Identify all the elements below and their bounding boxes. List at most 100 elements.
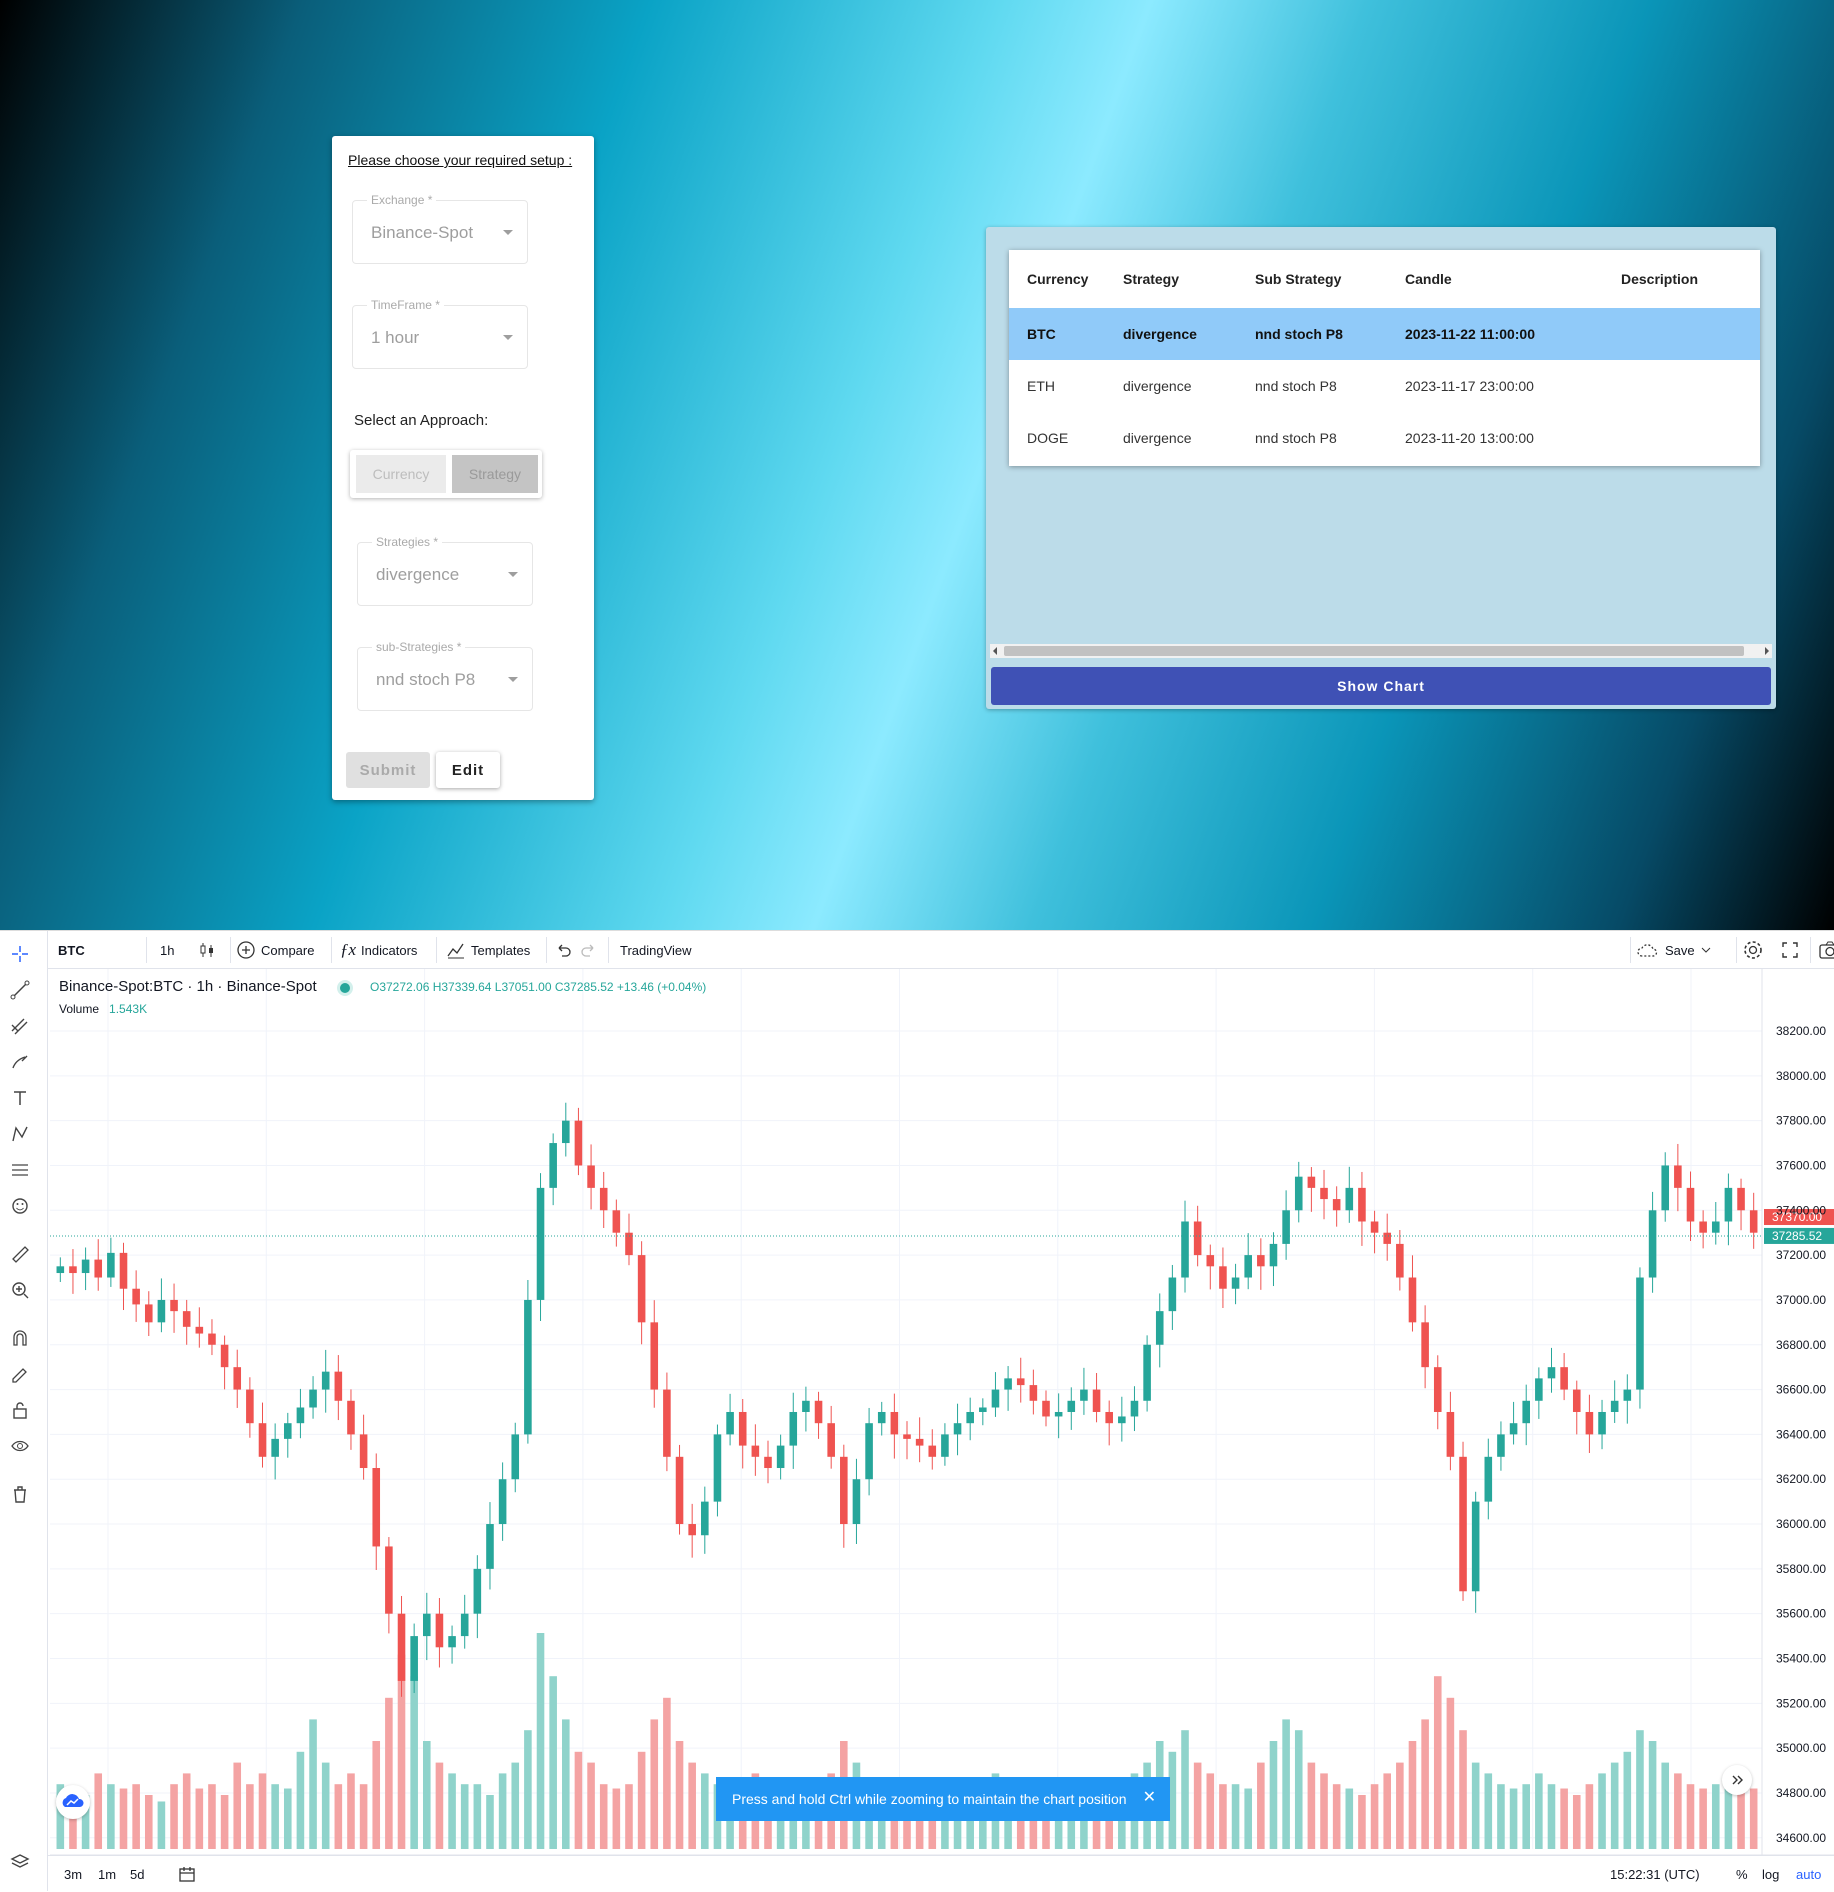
price-tick-label: 38200.00	[1776, 1024, 1826, 1038]
chart-canvas[interactable]: 37370.0037285.52 38200.00 38000.00 37800.0…	[0, 969, 1834, 1855]
volume-bar	[334, 1784, 343, 1849]
interval-button[interactable]: 1h	[160, 931, 174, 969]
fullscreen-icon[interactable]	[1780, 931, 1800, 969]
candle-body	[1269, 1243, 1278, 1267]
templates-button[interactable]: Templates	[446, 931, 530, 969]
go-to-date-icon[interactable]	[178, 1856, 196, 1892]
volume-bar	[1433, 1676, 1442, 1849]
range-5d-button[interactable]: 5d	[130, 1856, 144, 1892]
candle-body	[321, 1371, 330, 1390]
edit-button[interactable]: Edit	[436, 752, 500, 788]
approach-strategy-button[interactable]: Strategy	[452, 455, 538, 493]
scroll-to-realtime-icon[interactable]	[1722, 1765, 1752, 1795]
candle-body	[688, 1524, 696, 1536]
column-header[interactable]: Currency	[1009, 250, 1123, 308]
candle-body	[233, 1367, 242, 1390]
timeframe-select[interactable]: TimeFrame * 1 hour	[352, 298, 528, 369]
horizontal-scrollbar[interactable]	[990, 644, 1772, 658]
column-header[interactable]: Description	[1621, 250, 1760, 308]
candle-body	[1383, 1232, 1391, 1244]
candle-body	[663, 1389, 671, 1457]
volume-bar	[1383, 1773, 1391, 1849]
separator	[230, 937, 231, 963]
undo-icon[interactable]	[554, 931, 572, 969]
toast-message: Press and hold Ctrl while zooming to mai…	[732, 1791, 1127, 1807]
volume-legend: Volume 1.543K	[59, 1002, 147, 1016]
exchange-select[interactable]: Exchange * Binance-Spot	[352, 193, 528, 264]
candle-body	[713, 1434, 722, 1502]
tradingview-link[interactable]: TradingView	[620, 931, 692, 969]
symbol-search[interactable]: BTC	[58, 931, 85, 969]
percent-scale-button[interactable]: %	[1736, 1856, 1748, 1892]
candle-body	[1282, 1210, 1290, 1244]
candle-body	[877, 1411, 886, 1424]
table-row[interactable]: ETH divergence nnd stoch P8 2023-11-17 2…	[1009, 360, 1760, 412]
approach-currency-button[interactable]: Currency	[356, 455, 446, 493]
show-chart-button[interactable]: Show Chart	[991, 667, 1771, 705]
scroll-right-icon[interactable]	[1765, 647, 1769, 655]
column-header[interactable]: Candle	[1405, 250, 1621, 308]
table-row[interactable]: DOGE divergence nnd stoch P8 2023-11-20 …	[1009, 412, 1760, 464]
save-label: Save	[1665, 942, 1695, 958]
range-3m-button[interactable]: 3m	[64, 1856, 82, 1892]
log-scale-button[interactable]: log	[1762, 1856, 1779, 1892]
candle-body	[1598, 1411, 1606, 1435]
candle-body	[460, 1613, 469, 1637]
auto-scale-button[interactable]: auto	[1796, 1856, 1821, 1892]
volume-bar	[473, 1784, 482, 1849]
volume-bar	[410, 1676, 418, 1849]
tradingview-logo-icon[interactable]	[56, 1785, 90, 1819]
candle-body	[865, 1423, 873, 1480]
cell-sub-strategy: nnd stoch P8	[1255, 308, 1405, 360]
range-1m-button[interactable]: 1m	[98, 1856, 116, 1892]
candle-body	[1168, 1277, 1177, 1312]
volume-bar	[1332, 1784, 1341, 1849]
utc-clock[interactable]: 15:22:31 (UTC)	[1610, 1856, 1700, 1892]
camera-icon[interactable]	[1818, 931, 1834, 969]
submit-button[interactable]: Submit	[346, 752, 430, 788]
candle-body	[979, 1407, 987, 1412]
separator	[436, 937, 437, 963]
volume-bar	[309, 1719, 317, 1849]
candle-body	[650, 1322, 659, 1390]
column-header[interactable]: Strategy	[1123, 250, 1255, 308]
candle-body	[410, 1636, 418, 1681]
candle-body	[1294, 1176, 1303, 1211]
app-background: Please choose your required setup : Exch…	[0, 0, 1834, 930]
results-table-card: Currency Strategy Sub Strategy Candle De…	[1009, 250, 1760, 466]
candle-body	[1408, 1277, 1417, 1323]
candle-body	[941, 1434, 949, 1457]
sub-strategies-select[interactable]: sub-Strategies * nnd stoch P8	[357, 640, 533, 711]
table-row[interactable]: BTC divergence nnd stoch P8 2023-11-22 1…	[1009, 308, 1760, 360]
settings-gear-icon[interactable]	[1742, 931, 1764, 969]
compare-button[interactable]: Compare	[236, 931, 314, 969]
scroll-left-icon[interactable]	[993, 647, 997, 655]
candle-body	[1307, 1176, 1316, 1188]
chart-grid	[50, 969, 1762, 1849]
volume-bar	[1585, 1784, 1594, 1849]
price-tick-label: 37200.00	[1776, 1248, 1826, 1262]
scrollbar-thumb[interactable]	[1004, 646, 1744, 656]
indicators-button[interactable]: ƒx Indicators	[340, 931, 417, 969]
volume-bar	[271, 1784, 279, 1849]
strategies-select[interactable]: Strategies * divergence	[357, 535, 533, 606]
market-status-icon[interactable]	[340, 983, 350, 993]
candle-style-icon[interactable]	[198, 931, 216, 969]
close-icon[interactable]: ✕	[1143, 1787, 1156, 1807]
templates-label: Templates	[471, 942, 531, 958]
zoom-hint-toast: Press and hold Ctrl while zooming to mai…	[716, 1777, 1170, 1821]
cell-strategy: divergence	[1123, 430, 1192, 446]
redo-icon[interactable]	[580, 931, 598, 969]
save-button[interactable]: Save	[1636, 931, 1712, 969]
separator	[1630, 937, 1631, 963]
column-header[interactable]: Sub Strategy	[1255, 250, 1405, 308]
volume-bar	[675, 1741, 684, 1849]
candle-body	[1092, 1389, 1101, 1412]
candle-body	[182, 1311, 191, 1327]
crosshair-icon[interactable]	[7, 941, 33, 967]
volume-bar	[1610, 1762, 1619, 1849]
candle-body	[1522, 1400, 1531, 1424]
candle-body	[1484, 1456, 1493, 1502]
candle-body	[789, 1411, 798, 1446]
candle-body	[1358, 1187, 1366, 1222]
